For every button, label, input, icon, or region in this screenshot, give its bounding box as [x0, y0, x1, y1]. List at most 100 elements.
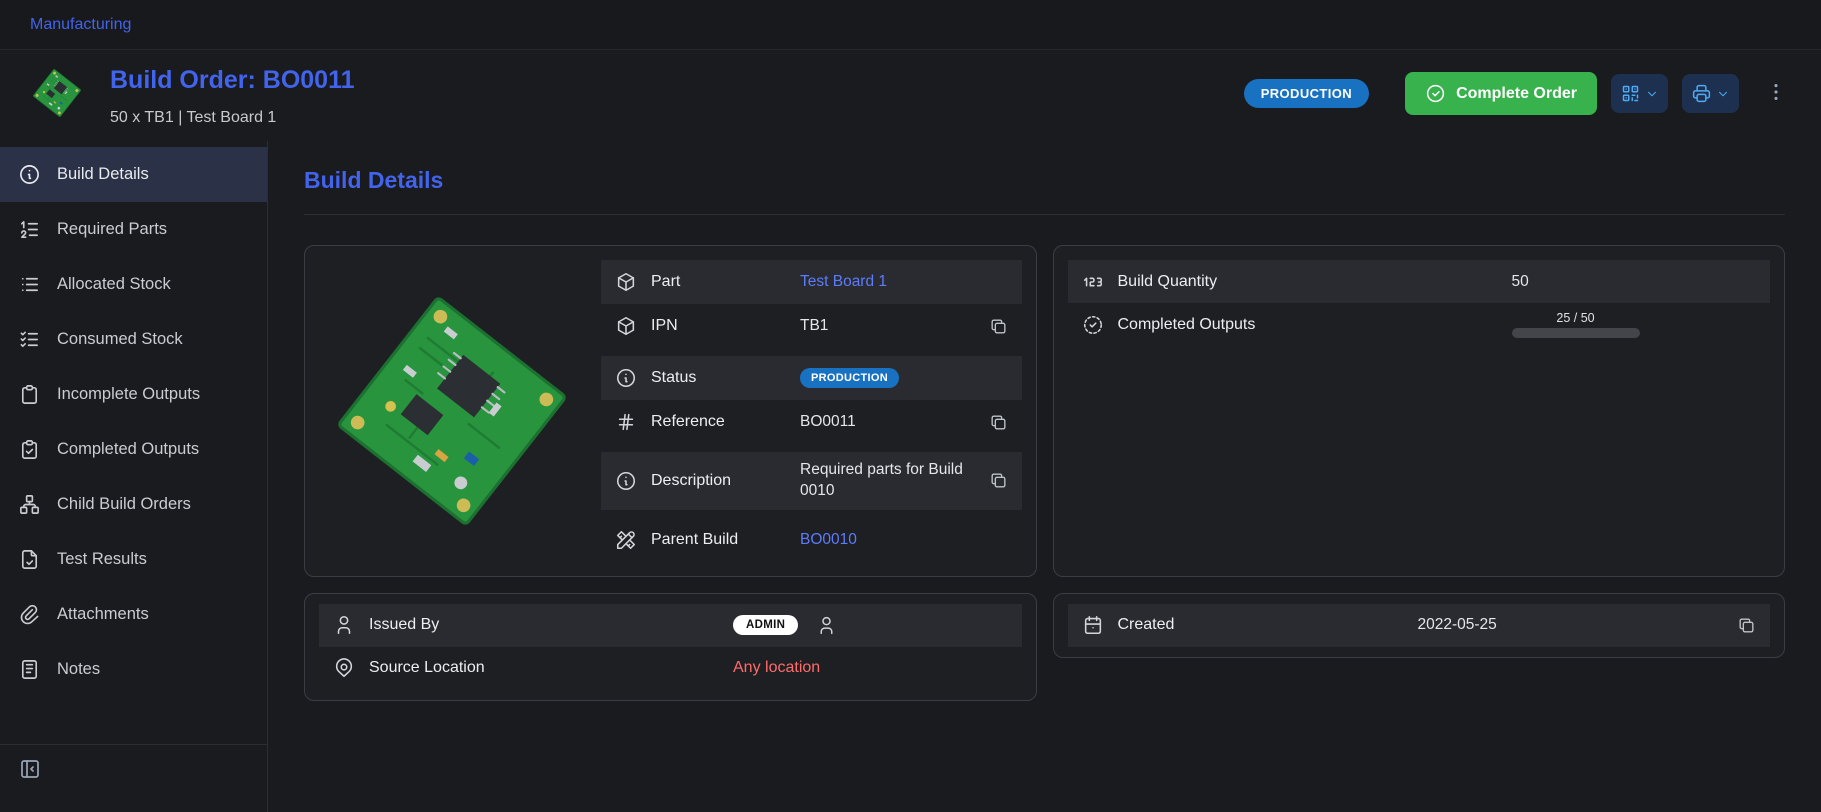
panel-heading: Build Details — [304, 167, 1785, 194]
progress-track — [1512, 328, 1640, 338]
sidebar-item-label: Incomplete Outputs — [57, 385, 200, 404]
tools-icon — [615, 529, 637, 551]
sidebar-item-label: Consumed Stock — [57, 330, 183, 349]
list-check-icon — [18, 328, 41, 351]
copy-icon — [989, 471, 1008, 490]
map-pin-icon — [333, 657, 355, 679]
heading-divider — [304, 214, 1785, 215]
user-icon — [816, 615, 837, 636]
build-part-thumbnail — [30, 66, 84, 120]
row-label: Build Quantity — [1118, 272, 1498, 292]
issued-by-badge: ADMIN — [733, 615, 798, 635]
parent-build-link[interactable]: BO0010 — [800, 531, 857, 549]
copy-description-button[interactable] — [989, 471, 1008, 490]
part-link[interactable]: Test Board 1 — [800, 273, 887, 291]
issued-panel: Issued By ADMIN Source Location Any loca… — [304, 593, 1037, 701]
sidebar-item-allocated-stock[interactable]: Allocated Stock — [0, 257, 267, 312]
overflow-menu-button[interactable] — [1761, 77, 1791, 110]
complete-order-button[interactable]: Complete Order — [1405, 72, 1597, 115]
detail-label: Parent Build — [651, 530, 786, 550]
completed-outputs-row: Completed Outputs 25 / 50 — [1068, 303, 1771, 346]
sidebar-item-notes[interactable]: Notes — [0, 642, 267, 697]
sidebar-collapse-icon — [18, 757, 42, 781]
breadcrumb: Manufacturing — [0, 0, 1821, 50]
detail-row-reference: Reference BO0011 — [601, 400, 1022, 444]
qr-code-icon — [1620, 83, 1641, 104]
header-titles: Build Order: BO0011 50 x TB1 | Test Boar… — [110, 66, 355, 127]
quantities-panel: Build Quantity 50 Completed Outputs 25 /… — [1053, 245, 1786, 577]
sidebar-collapse-button[interactable] — [18, 757, 42, 784]
hash-icon — [615, 411, 637, 433]
detail-row-part: Part Test Board 1 — [601, 260, 1022, 304]
part-image — [324, 283, 580, 539]
sidebar: Build Details Required Parts Allocated S… — [0, 141, 268, 812]
sidebar-item-attachments[interactable]: Attachments — [0, 587, 267, 642]
created-row: Created 2022-05-25 — [1068, 604, 1771, 647]
body: Build Details Required Parts Allocated S… — [0, 141, 1821, 812]
sidebar-spacer — [0, 697, 267, 744]
sidebar-item-required-parts[interactable]: Required Parts — [0, 202, 267, 257]
print-actions-button[interactable] — [1682, 74, 1739, 113]
dots-vertical-icon — [1765, 81, 1787, 103]
sidebar-item-label: Notes — [57, 660, 100, 679]
paperclip-icon — [18, 603, 41, 626]
sidebar-item-label: Required Parts — [57, 220, 167, 239]
sidebar-item-consumed-stock[interactable]: Consumed Stock — [0, 312, 267, 367]
complete-order-label: Complete Order — [1456, 85, 1577, 103]
detail-row-parent-build: Parent Build BO0010 — [601, 518, 1022, 562]
detail-label: IPN — [651, 316, 786, 336]
row-label: Issued By — [369, 615, 719, 635]
row-label: Completed Outputs — [1118, 315, 1498, 335]
detail-label: Description — [651, 471, 786, 491]
sidebar-item-label: Completed Outputs — [57, 440, 199, 459]
detail-label: Reference — [651, 412, 786, 432]
issued-by-row: Issued By ADMIN — [319, 604, 1022, 647]
sidebar-item-label: Test Results — [57, 550, 147, 569]
sidebar-item-incomplete-outputs[interactable]: Incomplete Outputs — [0, 367, 267, 422]
sidebar-item-build-details[interactable]: Build Details — [0, 147, 267, 202]
list-icon — [18, 273, 41, 296]
sidebar-item-child-build-orders[interactable]: Child Build Orders — [0, 477, 267, 532]
page-header: Build Order: BO0011 50 x TB1 | Test Boar… — [0, 50, 1821, 141]
page-subtitle: 50 x TB1 | Test Board 1 — [110, 109, 355, 127]
copy-ipn-button[interactable] — [989, 317, 1008, 336]
completed-progress: 25 / 50 — [1512, 311, 1640, 338]
ipn-value: TB1 — [800, 317, 828, 335]
breadcrumb-manufacturing-link[interactable]: Manufacturing — [30, 16, 131, 34]
build-quantity-value: 50 — [1512, 273, 1529, 291]
info-circle-icon — [18, 163, 41, 186]
package-icon — [615, 271, 637, 293]
notes-icon — [18, 658, 41, 681]
reference-value: BO0011 — [800, 413, 856, 431]
copy-created-button[interactable] — [1737, 616, 1756, 635]
details-grid: Part Test Board 1 IPN TB1 Status PRODUCT — [304, 245, 1785, 701]
sidebar-item-completed-outputs[interactable]: Completed Outputs — [0, 422, 267, 477]
build-quantity-row: Build Quantity 50 — [1068, 260, 1771, 303]
source-location-value: Any location — [733, 659, 820, 677]
sidebar-item-label: Build Details — [57, 165, 149, 184]
sidebar-item-label: Allocated Stock — [57, 275, 171, 294]
header-left: Build Order: BO0011 50 x TB1 | Test Boar… — [30, 66, 355, 127]
progress-check-icon — [1082, 314, 1104, 336]
status-badge: PRODUCTION — [1244, 79, 1369, 108]
detail-table: Part Test Board 1 IPN TB1 Status PRODUCT — [601, 260, 1022, 562]
main-content: Build Details Part Test Board 1 IPN — [268, 141, 1821, 812]
barcode-actions-button[interactable] — [1611, 74, 1668, 113]
source-location-row: Source Location Any location — [319, 647, 1022, 690]
circle-check-icon — [1425, 83, 1446, 104]
sidebar-footer — [0, 744, 267, 812]
row-label: Created — [1118, 615, 1404, 635]
detail-row-status: Status PRODUCTION — [601, 356, 1022, 400]
calendar-icon — [1082, 614, 1104, 636]
page-title: Build Order: BO0011 — [110, 66, 355, 95]
sitemap-icon — [18, 493, 41, 516]
numbers-123-icon — [1082, 271, 1104, 293]
part-image-box — [319, 260, 585, 562]
created-value: 2022-05-25 — [1418, 616, 1497, 634]
sidebar-item-label: Attachments — [57, 605, 149, 624]
copy-reference-button[interactable] — [989, 413, 1008, 432]
header-actions: PRODUCTION Complete Order — [1244, 72, 1791, 115]
list-numbers-icon — [18, 218, 41, 241]
package-icon — [615, 315, 637, 337]
sidebar-item-test-results[interactable]: Test Results — [0, 532, 267, 587]
